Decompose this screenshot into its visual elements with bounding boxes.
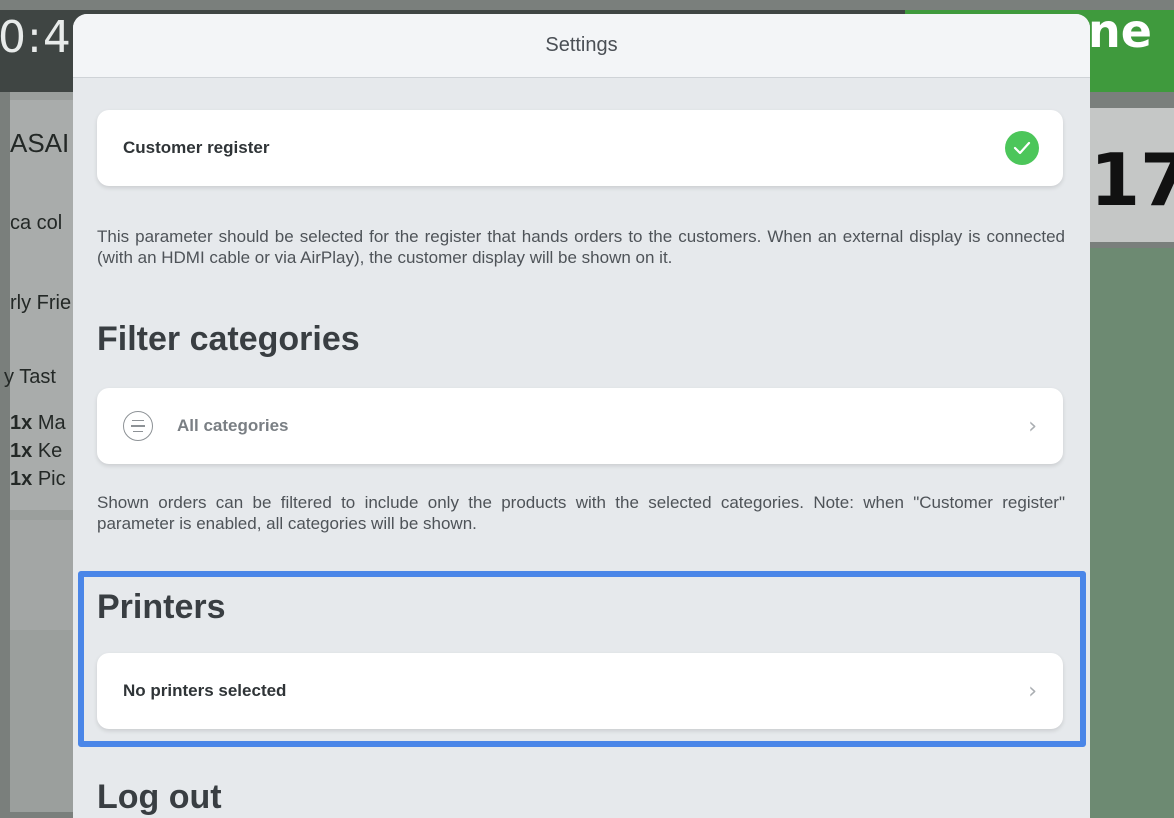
chevron-right-icon: ›: [1028, 414, 1037, 439]
bg-order-card-2: [10, 520, 80, 630]
bg-ticket-number: 17: [1090, 138, 1174, 222]
list-icon: [123, 411, 153, 441]
bg-done-label: ne: [1088, 4, 1152, 58]
all-categories-row[interactable]: All categories ›: [97, 388, 1063, 464]
logout-heading[interactable]: Log out: [97, 778, 222, 817]
customer-register-description: This parameter should be selected for th…: [97, 227, 1065, 267]
modal-header: Settings: [73, 14, 1090, 78]
bg-line-1: ASAI: [10, 128, 70, 158]
bg-item-row: 1x Ke: [10, 440, 63, 462]
bg-right-panel: [1090, 248, 1174, 818]
bg-item-row: 1x Ma: [10, 412, 66, 434]
customer-register-toggle[interactable]: Customer register: [97, 110, 1063, 186]
filter-categories-heading: Filter categories: [97, 320, 360, 358]
modal-title: Settings: [545, 34, 618, 56]
bg-line-4: y Tast: [4, 366, 56, 388]
checkmark-icon: [1005, 131, 1039, 165]
customer-register-label: Customer register: [123, 138, 270, 157]
printers-highlight-box: [78, 571, 1086, 747]
bg-line-2: ca col: [10, 212, 63, 234]
bg-line-3: rly Frie: [10, 292, 72, 314]
bg-item-row: 1x Pic: [10, 468, 66, 490]
filter-categories-description: Shown orders can be filtered to include …: [97, 493, 1065, 533]
bg-clock: 0:4: [0, 12, 72, 63]
all-categories-label: All categories: [177, 416, 289, 435]
